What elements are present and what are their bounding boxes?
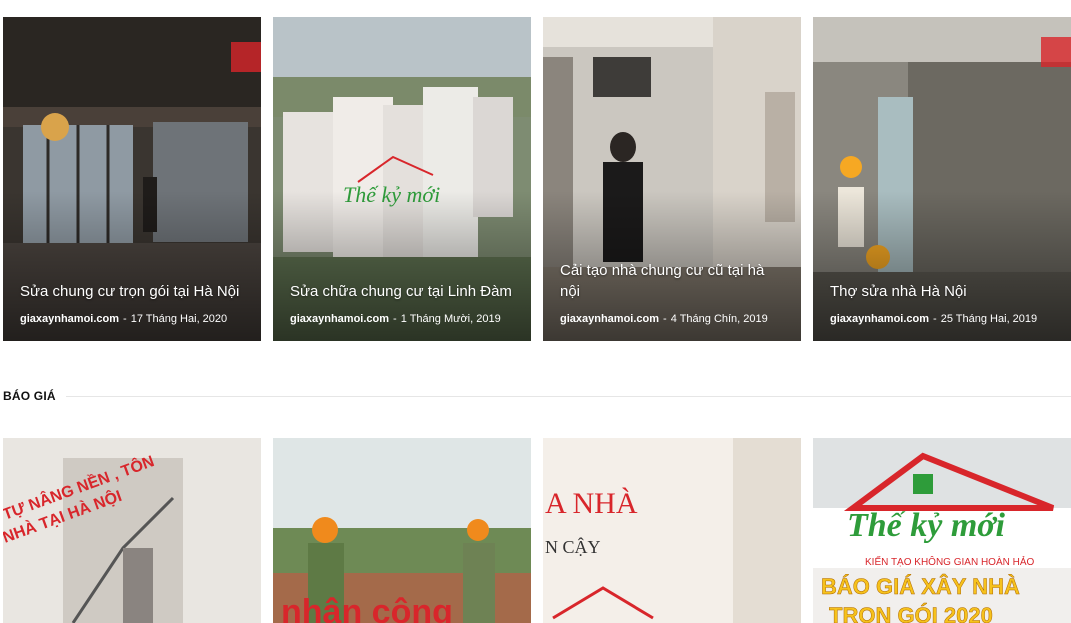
post-source[interactable]: giaxaynhamoi.com xyxy=(830,313,929,325)
post-card[interactable]: Cải tạo nhà chung cư cũ tại hà nội giaxa… xyxy=(543,17,801,341)
featured-posts-row: Sửa chung cư trọn gói tại Hà Nội giaxayn… xyxy=(3,17,1071,341)
post-card[interactable]: Thế kỷ mới Sửa chữa chung cư tại Linh Đà… xyxy=(273,17,531,341)
post-date: 1 Tháng Mười, 2019 xyxy=(400,313,501,325)
thumb-overlay-text: A NHÀ xyxy=(545,487,638,520)
post-date: 4 Tháng Chín, 2019 xyxy=(670,313,768,325)
meta-separator: - xyxy=(663,313,667,325)
thumb-overlay-text: BÁO GIÁ XÂY NHÀ xyxy=(821,574,1020,599)
post-thumbnail: TỰ NÂNG NỀN , TÔN NHÀ TẠI HÀ NỘI xyxy=(3,438,261,623)
post-caption: Cải tạo nhà chung cư cũ tại hà nội giaxa… xyxy=(560,260,787,326)
section-title[interactable]: BÁO GIÁ xyxy=(3,389,56,403)
bao-gia-posts-row: TỰ NÂNG NỀN , TÔN NHÀ TẠI HÀ NỘI nhân cô… xyxy=(3,438,1071,623)
post-title[interactable]: Cải tạo nhà chung cư cũ tại hà nội xyxy=(560,260,787,302)
post-card[interactable]: A NHÀ N CẬY xyxy=(543,438,801,623)
post-card[interactable]: nhân công xyxy=(273,438,531,623)
post-meta: giaxaynhamoi.com -25 Tháng Hai, 2019 xyxy=(830,312,1057,326)
post-meta: giaxaynhamoi.com -1 Tháng Mười, 2019 xyxy=(290,312,517,326)
post-meta: giaxaynhamoi.com -4 Tháng Chín, 2019 xyxy=(560,312,787,326)
post-card[interactable]: Sửa chung cư trọn gói tại Hà Nội giaxayn… xyxy=(3,17,261,341)
post-thumbnail: Thế kỷ mới KIẾN TẠO KHÔNG GIAN HOÀN HẢO … xyxy=(813,438,1071,623)
post-meta: giaxaynhamoi.com -17 Tháng Hai, 2020 xyxy=(20,312,247,326)
post-card[interactable]: TỰ NÂNG NỀN , TÔN NHÀ TẠI HÀ NỘI xyxy=(3,438,261,623)
post-caption: Sửa chung cư trọn gói tại Hà Nội giaxayn… xyxy=(20,281,247,326)
post-date: 17 Tháng Hai, 2020 xyxy=(130,313,228,325)
section-heading: BÁO GIÁ xyxy=(3,388,1071,404)
post-date: 25 Tháng Hai, 2019 xyxy=(940,313,1038,325)
meta-separator: - xyxy=(393,313,397,325)
post-thumbnail: A NHÀ N CẬY xyxy=(543,438,801,623)
post-caption: Thợ sửa nhà Hà Nội giaxaynhamoi.com -25 T… xyxy=(830,281,1057,326)
meta-separator: - xyxy=(123,313,127,325)
section-divider xyxy=(65,395,1071,397)
brand-tagline: KIẾN TẠO KHÔNG GIAN HOÀN HẢO xyxy=(865,555,1035,568)
post-title[interactable]: Sửa chữa chung cư tại Linh Đàm xyxy=(290,281,517,302)
post-title[interactable]: Sửa chung cư trọn gói tại Hà Nội xyxy=(20,281,247,302)
thumb-overlay-text: N CẬY xyxy=(545,536,601,557)
post-source[interactable]: giaxaynhamoi.com xyxy=(20,313,119,325)
post-card[interactable]: Thế kỷ mới KIẾN TẠO KHÔNG GIAN HOÀN HẢO … xyxy=(813,438,1071,623)
post-card[interactable]: Thợ sửa nhà Hà Nội giaxaynhamoi.com -25 T… xyxy=(813,17,1071,341)
thumb-overlay-text: TRỌN GÓI 2020 xyxy=(829,603,993,623)
meta-separator: - xyxy=(933,313,937,325)
thumb-overlay-text: nhân công xyxy=(281,593,453,623)
post-thumbnail: nhân công xyxy=(273,438,531,623)
brand-logo-text: Thế kỷ mới xyxy=(847,507,1006,544)
post-source[interactable]: giaxaynhamoi.com xyxy=(290,313,389,325)
post-caption: Sửa chữa chung cư tại Linh Đàm giaxaynha… xyxy=(290,281,517,326)
post-title[interactable]: Thợ sửa nhà Hà Nội xyxy=(830,281,1057,302)
post-source[interactable]: giaxaynhamoi.com xyxy=(560,313,659,325)
